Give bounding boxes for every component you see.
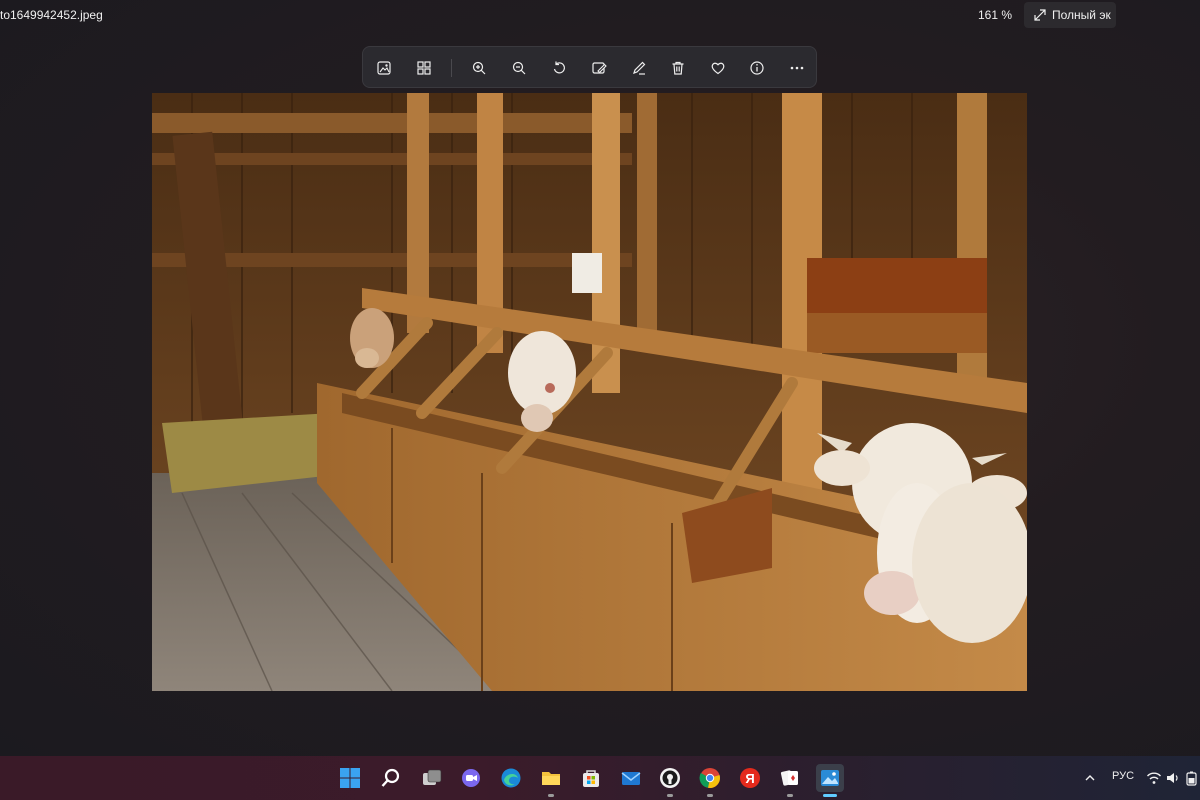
photos-active-indicator — [823, 794, 837, 797]
gallery-grid-icon[interactable] — [412, 56, 436, 80]
edit-image-icon[interactable] — [587, 56, 611, 80]
solitaire-icon[interactable] — [776, 764, 804, 792]
mail-icon[interactable] — [617, 764, 645, 792]
search-icon[interactable] — [377, 764, 405, 792]
toolbar-divider — [451, 59, 452, 77]
task-view-icon[interactable] — [418, 764, 446, 792]
steam-icon[interactable] — [656, 764, 684, 792]
file-title: to1649942452.jpeg — [0, 8, 103, 22]
zoom-level[interactable]: 161 % — [978, 8, 1012, 22]
show-hidden-icons-chevron-up-icon[interactable] — [1080, 764, 1100, 792]
delete-icon[interactable] — [666, 56, 690, 80]
expand-icon — [1034, 9, 1046, 21]
photos-app-icon[interactable] — [816, 764, 844, 792]
steam-running-indicator — [667, 794, 673, 797]
battery-icon[interactable] — [1184, 764, 1200, 792]
cow-left — [350, 308, 394, 368]
fullscreen-label: Полный эк — [1052, 8, 1111, 22]
edge-browser-icon[interactable] — [497, 764, 525, 792]
file-explorer-icon[interactable] — [537, 764, 565, 792]
favorite-heart-icon[interactable] — [706, 56, 730, 80]
svg-text:Я: Я — [745, 771, 754, 786]
volume-icon[interactable] — [1164, 764, 1182, 792]
taskbar: Я РУС — [0, 756, 1200, 800]
photos-viewer-window: to1649942452.jpeg 161 % Полный эк — [0, 0, 1200, 756]
store-icon[interactable] — [577, 764, 605, 792]
zoom-in-icon[interactable] — [467, 56, 491, 80]
info-icon[interactable] — [745, 56, 769, 80]
barn-photo-illustration — [152, 93, 1027, 691]
wifi-icon[interactable] — [1144, 764, 1164, 792]
image-toolbar — [362, 46, 817, 88]
image-icon[interactable] — [372, 56, 396, 80]
displayed-photo[interactable] — [152, 93, 1027, 691]
more-options-icon[interactable] — [785, 56, 809, 80]
fullscreen-button[interactable]: Полный эк — [1024, 2, 1116, 28]
rotate-icon[interactable] — [547, 56, 571, 80]
explorer-running-indicator — [548, 794, 554, 797]
solitaire-running-indicator — [787, 794, 793, 797]
chrome-icon[interactable] — [696, 764, 724, 792]
windows-start-icon[interactable] — [336, 764, 364, 792]
chrome-running-indicator — [707, 794, 713, 797]
zoom-out-icon[interactable] — [507, 56, 531, 80]
draw-pen-icon[interactable] — [627, 56, 651, 80]
yandex-browser-icon[interactable]: Я — [736, 764, 764, 792]
chat-icon[interactable] — [457, 764, 485, 792]
language-indicator[interactable]: РУС — [1112, 770, 1134, 782]
